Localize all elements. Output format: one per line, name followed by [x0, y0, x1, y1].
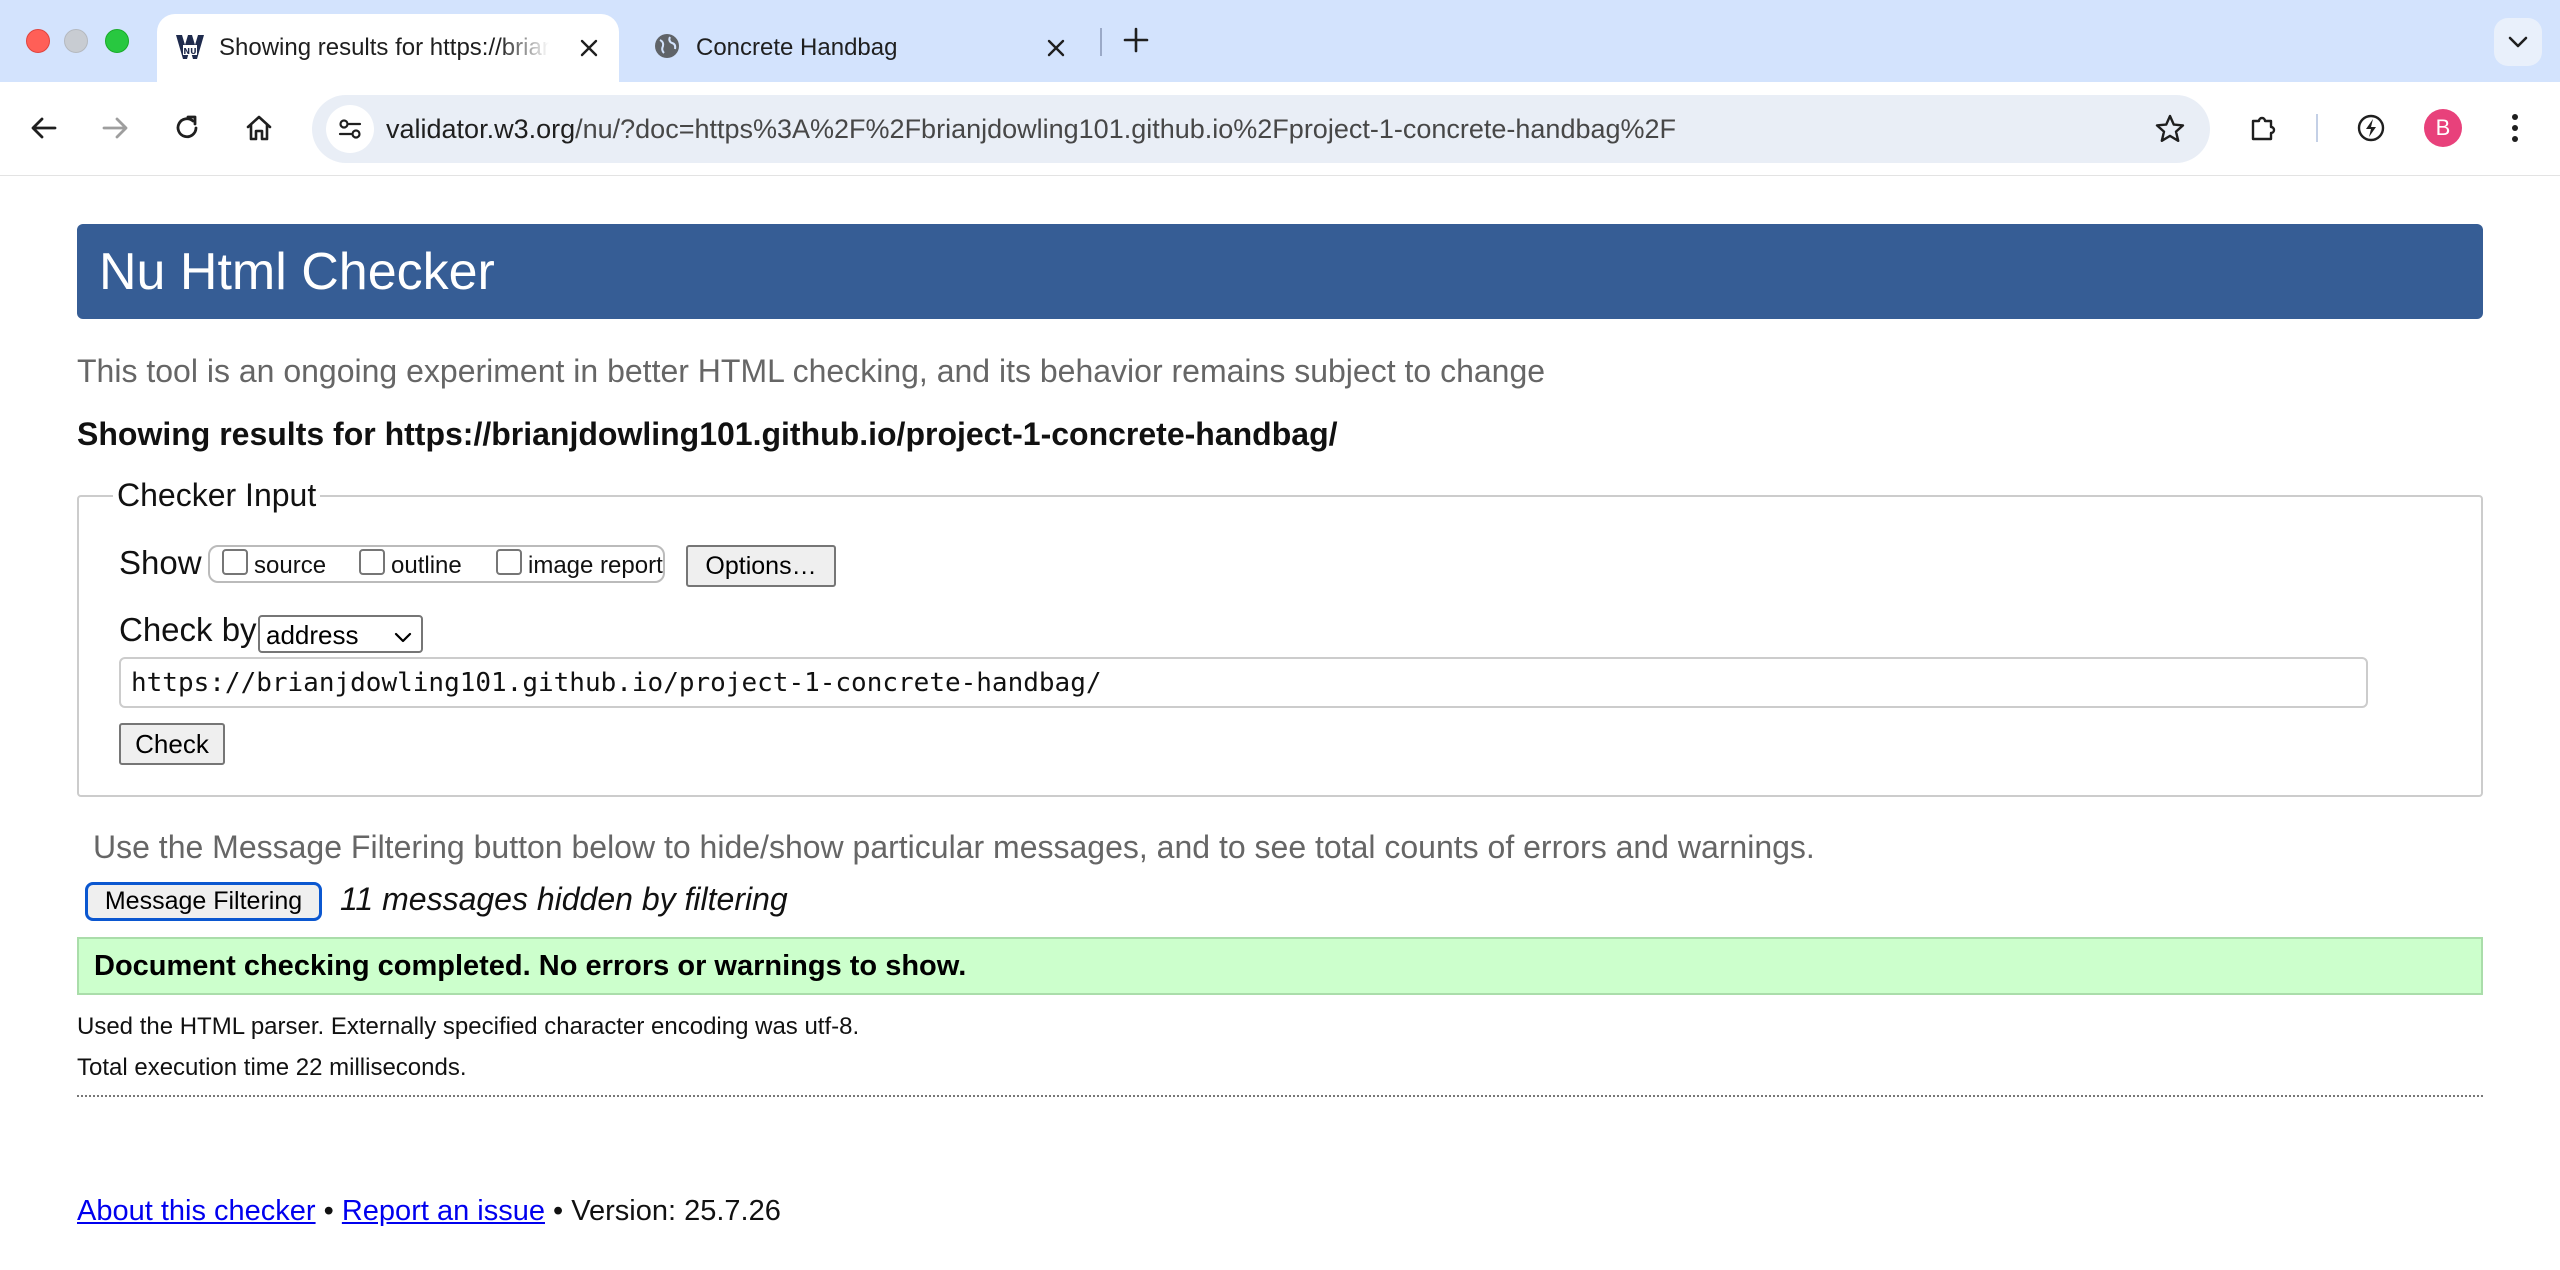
url-text: validator.w3.org/nu/?doc=https%3A%2F%2Fb…	[386, 114, 1676, 145]
check-by-select[interactable]: address	[258, 615, 423, 653]
source-checkbox-label: source	[254, 552, 327, 579]
checker-input-legend: Checker Input	[113, 477, 321, 514]
address-bar[interactable]: validator.w3.org/nu/?doc=https%3A%2F%2Fb…	[312, 95, 2210, 163]
source-checkbox[interactable]	[222, 549, 248, 575]
divider	[77, 1095, 2483, 1097]
outline-checkbox[interactable]	[359, 549, 385, 575]
tab-title: Showing results for https://brianjdowlin…	[219, 34, 549, 61]
page-title: Nu Html Checker	[99, 243, 495, 301]
home-icon[interactable]	[236, 105, 282, 151]
tab-divider	[1100, 28, 1102, 56]
footer: About this checker • Report an issue • V…	[77, 1195, 781, 1228]
minimize-window-button[interactable]	[64, 29, 88, 53]
site-info-icon[interactable]	[326, 105, 374, 153]
tab-search-chevron-icon[interactable]	[2494, 18, 2542, 66]
footer-separator: •	[315, 1195, 342, 1227]
new-tab-icon[interactable]	[1118, 20, 1154, 60]
svg-text:NU: NU	[183, 47, 196, 56]
check-by-label: Check by	[119, 611, 257, 648]
performance-bolt-icon[interactable]	[2348, 105, 2394, 151]
close-tab-icon[interactable]	[1042, 34, 1070, 62]
toolbar-divider	[2316, 114, 2318, 142]
execution-time: Total execution time 22 milliseconds.	[77, 1054, 467, 1081]
footer-separator: •	[544, 1195, 572, 1227]
report-issue-link[interactable]: Report an issue	[342, 1195, 545, 1227]
chevron-down-icon	[393, 623, 413, 654]
results-heading: Showing results for https://brianjdowlin…	[77, 416, 1338, 452]
about-checker-link[interactable]: About this checker	[77, 1195, 316, 1227]
hidden-messages-count: 11 messages hidden by filtering	[340, 881, 788, 917]
parser-info: Used the HTML parser. Externally specifi…	[77, 1013, 860, 1040]
maximize-window-button[interactable]	[105, 29, 129, 53]
tagline: This tool is an ongoing experiment in be…	[77, 353, 1546, 389]
browser-toolbar: validator.w3.org/nu/?doc=https%3A%2F%2Fb…	[0, 82, 2560, 176]
tab-concrete-handbag[interactable]: Concrete Handbag	[636, 14, 1086, 82]
url-path: /nu/?doc=https%3A%2F%2Fbrianjdowling101.…	[575, 114, 1677, 144]
forward-arrow-icon[interactable]	[92, 105, 138, 151]
close-tab-icon[interactable]	[575, 34, 603, 62]
tab-validator[interactable]: NU Showing results for https://brianjdow…	[157, 14, 619, 82]
filter-note: Use the Message Filtering button below t…	[93, 829, 1815, 865]
close-window-button[interactable]	[26, 29, 50, 53]
outline-checkbox-label: outline	[391, 552, 462, 579]
document-url-input[interactable]: https://brianjdowling101.github.io/proje…	[119, 657, 2368, 708]
kebab-menu-icon[interactable]	[2492, 105, 2538, 151]
image-report-checkbox-label: image report	[528, 552, 663, 579]
version-text: Version: 25.7.26	[571, 1195, 781, 1227]
options-button[interactable]: Options…	[686, 545, 836, 587]
reload-icon[interactable]	[164, 105, 210, 151]
w3c-validator-icon: NU	[173, 31, 207, 65]
url-host: validator.w3.org	[386, 114, 576, 144]
page-content: Nu Html Checker This tool is an ongoing …	[0, 177, 2560, 1270]
checker-input-fieldset	[77, 495, 2483, 797]
success-message: Document checking completed. No errors o…	[77, 937, 2483, 995]
profile-avatar[interactable]: B	[2424, 109, 2462, 147]
back-arrow-icon[interactable]	[21, 105, 67, 151]
globe-icon	[652, 31, 686, 65]
check-button[interactable]: Check	[119, 723, 225, 765]
message-filtering-button[interactable]: Message Filtering	[85, 882, 322, 921]
extensions-puzzle-icon[interactable]	[2241, 105, 2287, 151]
checker-header: Nu Html Checker	[77, 224, 2483, 319]
show-label: Show	[119, 544, 202, 581]
tab-title: Concrete Handbag	[696, 34, 898, 61]
bookmark-star-icon[interactable]	[2152, 111, 2188, 147]
check-by-value: address	[266, 620, 359, 650]
tab-strip: NU Showing results for https://brianjdow…	[0, 0, 2560, 82]
image-report-checkbox[interactable]	[496, 549, 522, 575]
